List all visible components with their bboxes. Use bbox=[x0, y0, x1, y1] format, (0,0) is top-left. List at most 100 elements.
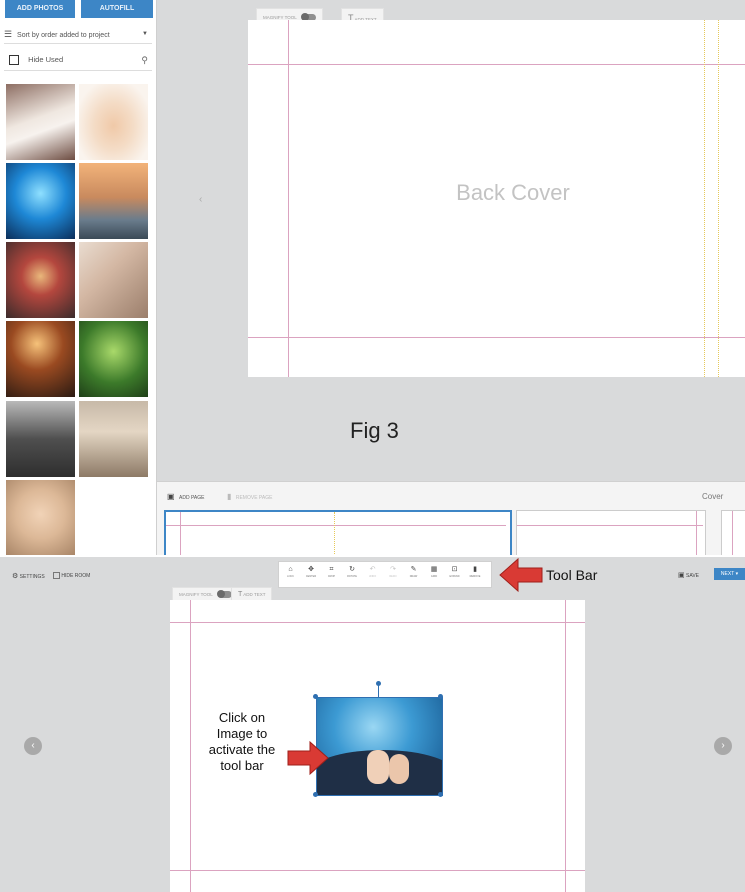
toolbar-item-label: CENTER bbox=[305, 575, 317, 578]
photo-thumbnail-toddler[interactable] bbox=[6, 242, 75, 318]
text-icon: T bbox=[238, 591, 243, 598]
move-icon: ✥ bbox=[308, 566, 314, 573]
toolbar-grid-button[interactable]: ▦ GRID bbox=[427, 565, 442, 579]
toggle-switch-icon bbox=[216, 590, 232, 599]
hide-used-checkbox[interactable] bbox=[9, 55, 19, 66]
cover-label: Cover bbox=[702, 492, 724, 501]
add-photos-button[interactable]: ADD PHOTOS bbox=[5, 0, 75, 18]
resize-handle-bottom-left[interactable] bbox=[313, 792, 318, 797]
photo-thumbnail-concert[interactable] bbox=[6, 321, 75, 397]
undo-icon: ↶ bbox=[369, 566, 376, 573]
toolbar-draw-button[interactable]: ✎ DRAW bbox=[406, 565, 421, 579]
settings-label: SETTINGS bbox=[19, 574, 45, 580]
toolbar-item-label: DRAW bbox=[409, 575, 418, 578]
save-label: SAVE bbox=[686, 573, 699, 579]
search-icon[interactable]: ⚲ bbox=[141, 50, 148, 70]
toolbar-item-label: REMOVE bbox=[469, 575, 481, 578]
photo-thumbnail-silhouette[interactable] bbox=[6, 163, 75, 239]
photo-thumbnail-wedding[interactable] bbox=[6, 84, 75, 160]
next-button[interactable]: NEXT ▾ bbox=[714, 568, 745, 580]
toolbar-remove-button[interactable]: ▮ REMOVE bbox=[468, 565, 483, 579]
sort-dropdown[interactable]: ☰ Sort by order added to project ▼ bbox=[4, 25, 152, 44]
bleed-guide bbox=[288, 20, 289, 377]
photo-thumbnail-beach-couple[interactable] bbox=[79, 163, 148, 239]
grid-icon: ▦ bbox=[430, 566, 438, 573]
chevron-down-icon: ▼ bbox=[142, 31, 148, 37]
remove-page-button[interactable]: ▮ REMOVE PAGE bbox=[227, 486, 272, 504]
bleed-guide bbox=[248, 64, 745, 65]
chevron-right-icon: › bbox=[721, 740, 725, 751]
hide-used-label: Hide Used bbox=[28, 55, 64, 64]
bleed-guide bbox=[166, 525, 506, 526]
page-thumbnail[interactable] bbox=[516, 510, 706, 555]
photo-thumbnail-hands[interactable] bbox=[79, 242, 148, 318]
photo-thumbnail-couple-street[interactable] bbox=[6, 401, 75, 477]
sort-label: Sort by order added to project bbox=[17, 32, 110, 39]
next-label: NEXT bbox=[720, 571, 735, 577]
bleed-guide bbox=[696, 511, 697, 555]
bleed-guide bbox=[248, 337, 745, 338]
next-page-button[interactable]: › bbox=[714, 737, 732, 755]
autofill-button[interactable]: AUTOFILL bbox=[81, 0, 153, 18]
sort-icon: ☰ bbox=[4, 29, 13, 39]
add-page-button[interactable]: ▣ ADD PAGE bbox=[167, 486, 204, 504]
toolbar-undo-button[interactable]: ↶ UNDO bbox=[365, 565, 380, 579]
toolbar-crop-button[interactable]: ⌗ CROP bbox=[324, 565, 339, 579]
bleed-guide bbox=[170, 870, 585, 871]
spine-guide bbox=[718, 20, 719, 377]
toolbar-expand-button[interactable]: ⊡ EXPAND bbox=[447, 565, 462, 579]
crop-icon: ⌗ bbox=[329, 566, 334, 573]
remove-page-label: REMOVE PAGE bbox=[235, 495, 273, 501]
magnify-tool-label: MAGNIFY TOOL bbox=[179, 592, 213, 597]
trash-icon: ▮ bbox=[473, 566, 477, 573]
trash-icon: ▮ bbox=[227, 492, 232, 501]
toolbar-item-label: CROP bbox=[327, 575, 336, 578]
page-thumbnail-selected[interactable] bbox=[164, 510, 512, 555]
add-page-label: ADD PAGE bbox=[179, 495, 205, 501]
bleed-guide bbox=[565, 600, 566, 892]
bleed-guide bbox=[170, 622, 585, 623]
bleed-guide bbox=[180, 512, 181, 555]
hide-room-label: HIDE ROOM bbox=[61, 572, 91, 579]
page-thumbnail[interactable] bbox=[721, 510, 745, 555]
click-arrow-icon bbox=[287, 740, 329, 776]
toolbar-redo-button[interactable]: ↷ REDO bbox=[386, 565, 401, 579]
toolbar-item-label: UNDO bbox=[368, 575, 377, 578]
resize-handle-bottom-right[interactable] bbox=[438, 792, 443, 797]
spine-guide bbox=[334, 512, 335, 555]
hide-room-toggle[interactable]: HIDE ROOM bbox=[53, 572, 90, 579]
save-button[interactable]: ▣ SAVE bbox=[678, 571, 699, 579]
redo-icon: ↷ bbox=[390, 566, 396, 573]
rotate-handle[interactable] bbox=[376, 681, 381, 686]
photo-sidebar: ADD PHOTOS AUTOFILL ☰ Sort by order adde… bbox=[0, 0, 157, 555]
back-cover-label: Back Cover bbox=[456, 180, 570, 205]
toolbar-center-button[interactable]: ✥ CENTER bbox=[304, 565, 319, 579]
editor-screenshot-top: ADD PHOTOS AUTOFILL ☰ Sort by order adde… bbox=[0, 0, 745, 555]
lock-icon: ⌂ bbox=[288, 566, 293, 573]
selected-photo[interactable] bbox=[316, 697, 443, 796]
toolbar-lock-button[interactable]: ⌂ LOCK bbox=[283, 565, 298, 579]
resize-handle-top-right[interactable] bbox=[438, 694, 443, 699]
photo-thumbnail-newborn[interactable] bbox=[79, 84, 148, 160]
resize-handle-top-left[interactable] bbox=[313, 694, 318, 699]
prev-page-button[interactable]: ‹ bbox=[24, 737, 42, 755]
add-text-label: ADD TEXT bbox=[243, 592, 266, 597]
figure-caption: Fig 3 bbox=[350, 418, 399, 443]
photo-thumbnail-woman-stairs[interactable] bbox=[79, 401, 148, 477]
hide-used-row: Hide Used ⚲ bbox=[4, 50, 152, 71]
click-image-annotation: Click on Image to activate the tool bar bbox=[208, 710, 276, 773]
photo-thumbnail-baby-wrap[interactable] bbox=[6, 480, 75, 555]
page-strip: ▣ ADD PAGE ▮ REMOVE PAGE Cover bbox=[157, 481, 745, 555]
tool-bar-arrow-icon bbox=[499, 557, 543, 593]
prev-page-icon[interactable]: ‹ bbox=[199, 194, 202, 205]
bleed-guide bbox=[517, 525, 703, 526]
bleed-guide bbox=[732, 511, 733, 555]
image-toolbar: ⌂ LOCK ✥ CENTER ⌗ CROP ↻ ROTATE ↶ UNDO ↷ REDO ✎ DRAW ▦… bbox=[278, 561, 492, 588]
toolbar-item-label: LOCK bbox=[287, 575, 294, 578]
save-icon: ▣ bbox=[678, 572, 685, 579]
toolbar-rotate-button[interactable]: ↻ ROTATE bbox=[345, 565, 360, 579]
add-page-icon: ▣ bbox=[167, 492, 175, 501]
checkbox-icon bbox=[53, 572, 60, 579]
settings-button[interactable]: ⚙ SETTINGS bbox=[12, 572, 45, 580]
photo-thumbnail-boy-field[interactable] bbox=[79, 321, 148, 397]
